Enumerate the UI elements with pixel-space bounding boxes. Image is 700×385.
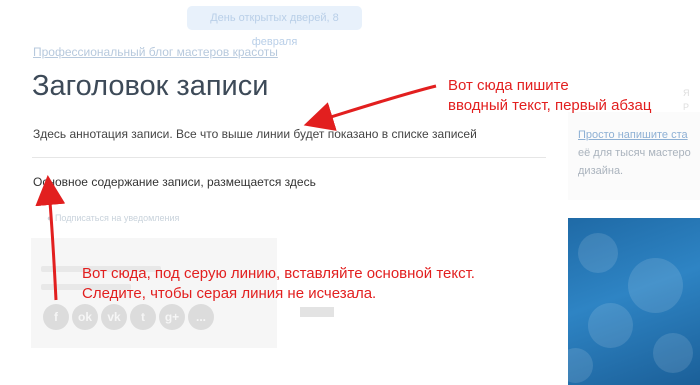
arrow-to-content <box>35 175 66 301</box>
annotation-arrows <box>35 84 437 301</box>
callout-main-line2: Следите, чтобы серая линия не исчезала. <box>82 285 377 302</box>
callout-intro: Вот сюда пишите вводный текст, первый аб… <box>448 76 651 116</box>
callout-intro-line2: вводный текст, первый абзац <box>448 97 652 114</box>
callout-main: Вот сюда, под серую линию, вставляйте ос… <box>82 264 475 304</box>
callout-intro-line1: Вот сюда пишите <box>448 77 569 94</box>
arrow-to-annotation <box>303 84 437 131</box>
callout-main-line1: Вот сюда, под серую линию, вставляйте ос… <box>82 265 475 282</box>
